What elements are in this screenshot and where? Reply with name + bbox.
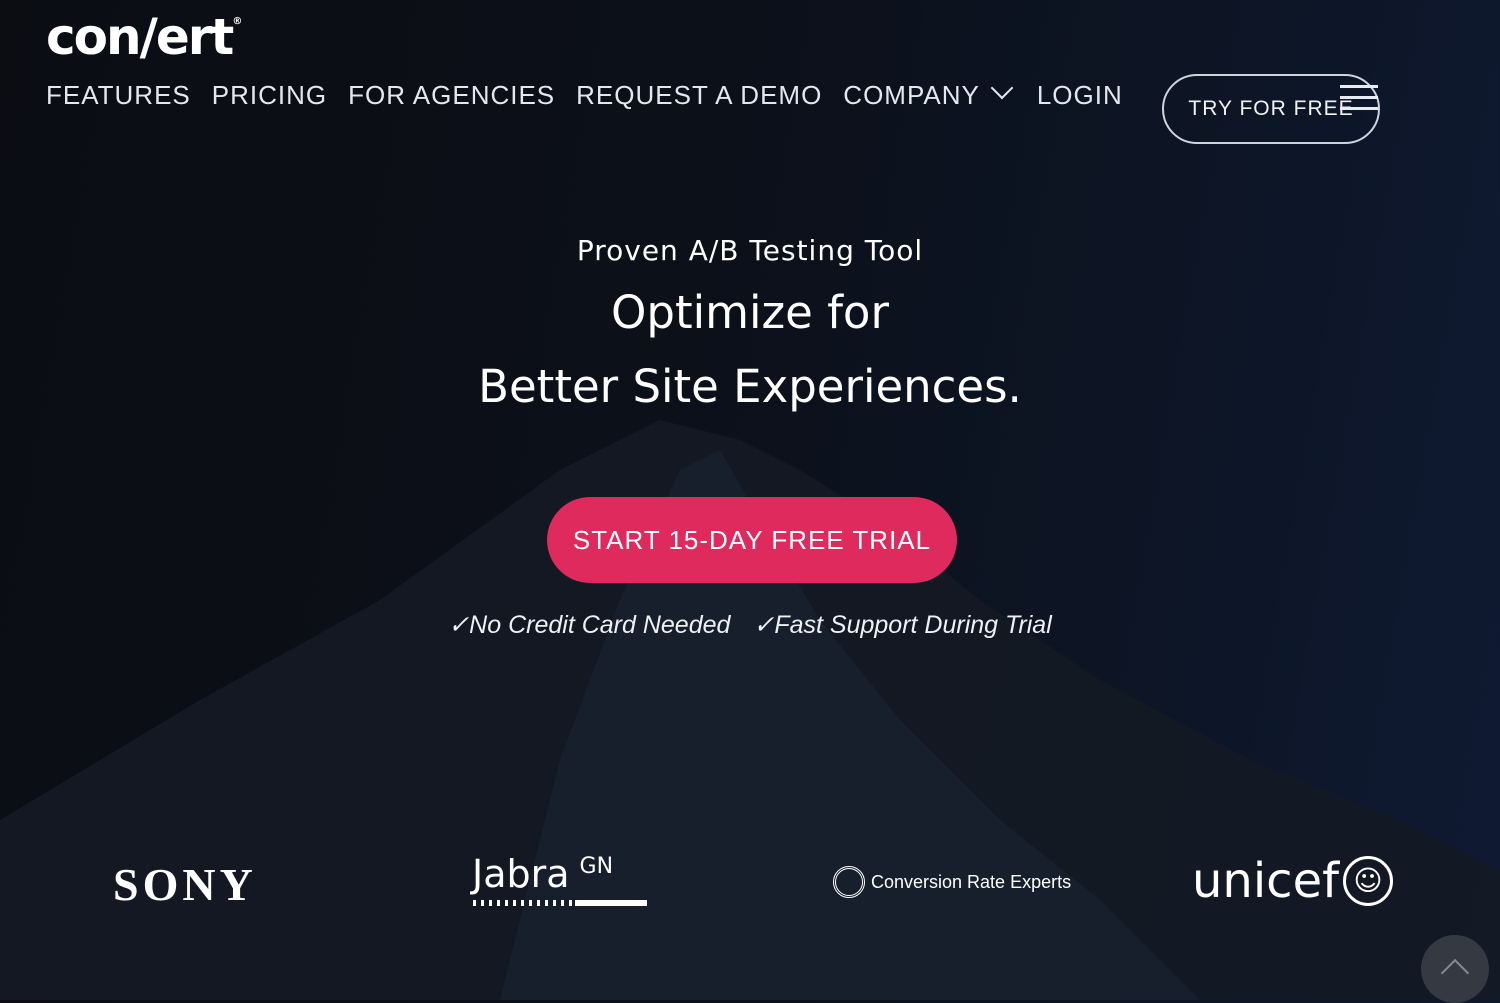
conversion-rate-experts-logo: Conversion Rate Experts (833, 866, 1071, 898)
chevron-down-icon (990, 76, 1014, 100)
main-nav: FEATURES PRICING FOR AGENCIES REQUEST A … (46, 76, 1123, 111)
cre-emblem-icon (833, 866, 865, 898)
trial-benefits: ✓No Credit Card Needed ✓Fast Support Dur… (0, 610, 1500, 640)
nav-request-demo[interactable]: REQUEST A DEMO (576, 80, 822, 111)
scroll-to-top-button[interactable] (1421, 935, 1489, 1003)
hero-title-line1: Optimize for (611, 286, 889, 339)
nav-login[interactable]: LOGIN (1037, 80, 1123, 111)
unicef-emblem-icon: ☺ (1343, 856, 1393, 906)
nav-for-agencies[interactable]: FOR AGENCIES (348, 80, 555, 111)
hamburger-icon[interactable] (1340, 85, 1378, 118)
nav-company[interactable]: COMPANY (843, 76, 1016, 111)
jabra-logo-bar (473, 900, 573, 906)
nav-pricing[interactable]: PRICING (212, 80, 327, 111)
hero-subtitle: Proven A/B Testing Tool (576, 234, 924, 267)
benefit-no-credit-card: ✓No Credit Card Needed (448, 611, 731, 639)
sony-logo: SONY (113, 859, 257, 910)
convert-logo[interactable]: con/ert® (46, 8, 242, 66)
jabra-logo: Jabra GN (472, 852, 614, 896)
hero-title-line2: Better Site Experiences. (478, 360, 1022, 413)
jabra-logo-bar-solid (575, 900, 647, 906)
chevron-up-icon (1440, 958, 1470, 988)
start-free-trial-button[interactable]: START 15-DAY FREE TRIAL (547, 497, 957, 583)
unicef-logo: unicef ☺ (1192, 853, 1393, 909)
nav-features[interactable]: FEATURES (46, 80, 191, 111)
benefit-fast-support: ✓Fast Support During Trial (753, 611, 1052, 639)
